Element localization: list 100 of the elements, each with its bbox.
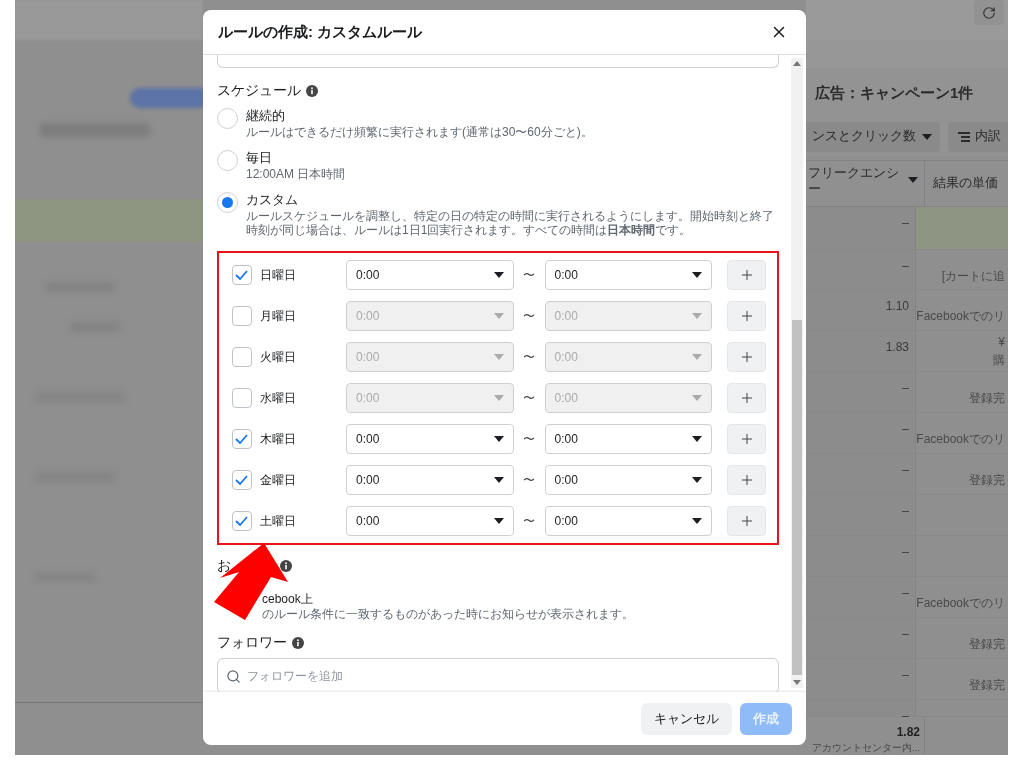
checkbox[interactable]: [232, 306, 252, 326]
section-heading: スケジュール: [217, 81, 301, 100]
time-select[interactable]: 0:00: [544, 260, 713, 290]
table-cell-text: Facebookでのリ: [916, 594, 1005, 612]
table-cell-text: 登録完: [969, 390, 1005, 408]
metrics-dropdown[interactable]: ンスとクリック数: [806, 121, 940, 152]
time-select[interactable]: 0:00: [346, 424, 514, 454]
range-separator: 〜: [522, 349, 537, 366]
add-button[interactable]: [727, 342, 766, 372]
table-cell: –: [902, 667, 909, 682]
table-cell: –: [902, 626, 909, 641]
option-label: 継続的: [246, 107, 286, 125]
table-cell-text: Facebookでのリ: [916, 308, 1005, 326]
checkbox[interactable]: [232, 388, 252, 408]
day-label: 火曜日: [259, 349, 297, 366]
caret-icon: [493, 477, 504, 483]
table-cell-text: 登録完: [969, 472, 1005, 490]
column-header[interactable]: 結果の単価: [933, 173, 998, 193]
time-select[interactable]: 0:00: [346, 465, 514, 495]
caret-icon: [493, 518, 504, 524]
page-title: 広告：キャンペーン1件: [815, 82, 974, 103]
dialog-title: ルールの作成: カスタムルール: [218, 21, 423, 42]
day-label: 土曜日: [259, 513, 297, 530]
option-description: 12:00AM 日本時間: [246, 167, 346, 181]
time-select[interactable]: 0:00: [346, 260, 514, 290]
caret-icon: [692, 272, 703, 278]
caret-icon: [692, 436, 703, 442]
scrollbar[interactable]: [791, 58, 803, 688]
caret-icon: [493, 272, 504, 278]
search-icon: [226, 668, 241, 684]
option-description: のルール条件に一致するものがあった時にお知らせが表示されます。: [262, 607, 634, 622]
checkbox[interactable]: [232, 470, 252, 490]
checkbox[interactable]: [232, 347, 252, 367]
table-cell-text: Facebookでのリ: [916, 431, 1005, 449]
refresh-button[interactable]: [974, 0, 1004, 25]
info-icon: [292, 636, 304, 649]
column-header[interactable]: フリークエンシー: [808, 164, 904, 197]
search-input[interactable]: フォロワーを追加: [247, 667, 770, 685]
day-label: 水曜日: [259, 390, 297, 407]
add-button[interactable]: [727, 506, 766, 536]
cancel-button[interactable]: キャンセル: [641, 702, 732, 735]
table-cell: –: [902, 504, 909, 519]
range-separator: 〜: [522, 308, 537, 325]
day-label: 木曜日: [259, 431, 297, 448]
time-select[interactable]: 0:00: [544, 424, 713, 454]
caret-icon: [493, 436, 504, 442]
caret-icon: [692, 313, 703, 319]
caret-icon: [692, 354, 703, 360]
add-button[interactable]: [727, 301, 766, 331]
radio-button[interactable]: [217, 108, 238, 129]
table-cell-text: [カートに追: [941, 267, 1005, 285]
add-button[interactable]: [727, 465, 766, 495]
day-label: 金曜日: [259, 472, 297, 489]
time-select[interactable]: 0:00: [346, 506, 514, 536]
add-button[interactable]: [727, 383, 766, 413]
breakdown-button[interactable]: 内訳: [948, 121, 1008, 152]
info-icon: [306, 84, 318, 97]
table-cell: –: [902, 585, 909, 600]
checkmark-icon: [235, 475, 249, 485]
table-cell-text: 購: [993, 352, 1005, 370]
table-cell: –: [902, 422, 909, 437]
range-separator: 〜: [522, 431, 537, 448]
caret-icon: [692, 477, 703, 483]
option-label: cebook上: [262, 591, 314, 607]
table-cell-text: 1.82: [896, 723, 920, 741]
time-select[interactable]: 0:00: [544, 506, 713, 536]
table-cell: 1.83: [885, 340, 909, 355]
add-button[interactable]: [727, 424, 766, 454]
table-cell: –: [902, 463, 909, 478]
caret-icon: [493, 313, 504, 319]
option-label: カスタム: [246, 191, 299, 209]
scroll-up-arrow-icon[interactable]: [793, 61, 801, 66]
range-separator: 〜: [522, 267, 537, 284]
table-cell: –: [902, 381, 909, 396]
day-label: 月曜日: [259, 308, 297, 325]
breakdown-icon: [958, 131, 970, 142]
caret-icon: [908, 176, 918, 183]
table-cell: –: [902, 215, 909, 230]
option-description: ルールスケジュールを調整し、特定の日の特定の時間に実行されるようにします。開始時刻と終了時刻が同じ場合は、ルールは1日1回実行されます。すべての時間は日本時間です。: [246, 209, 775, 237]
day-label: 日曜日: [259, 267, 297, 284]
add-button[interactable]: [727, 260, 766, 290]
table-cell: –: [902, 258, 909, 273]
radio-button[interactable]: [217, 192, 238, 213]
table-cell-text: 登録完: [969, 676, 1005, 694]
option-description: ルールはできるだけ頻繁に実行されます(通常は30〜60分ごと)。: [246, 125, 593, 139]
text-field[interactable]: [217, 55, 779, 68]
table-cell: 1.10: [885, 299, 909, 314]
scroll-down-arrow-icon[interactable]: [793, 680, 801, 685]
table-cell-text: ¥: [998, 334, 1005, 352]
scrollbar-thumb[interactable]: [792, 320, 802, 675]
caret-icon: [692, 395, 703, 401]
table-cell: –: [902, 708, 909, 723]
time-select[interactable]: 0:00: [544, 465, 713, 495]
range-separator: 〜: [522, 390, 537, 407]
checkbox[interactable]: [232, 429, 252, 449]
radio-button[interactable]: [217, 150, 238, 171]
checkbox[interactable]: [232, 511, 252, 531]
caret-icon: [922, 133, 932, 140]
caret-icon: [493, 395, 504, 401]
checkbox[interactable]: [232, 265, 252, 285]
